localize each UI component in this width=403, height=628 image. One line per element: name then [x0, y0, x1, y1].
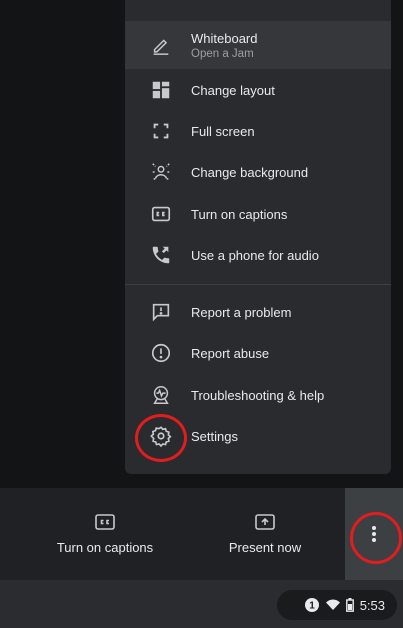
menu-item-label: Change background: [191, 164, 309, 180]
menu-item-label: Report a problem: [191, 304, 292, 320]
menu-item-label: Troubleshooting & help: [191, 387, 325, 403]
pencil-icon: [149, 33, 173, 57]
meeting-toolbar: Turn on captions Present now: [0, 488, 403, 580]
menu-item-label: Whiteboard: [191, 30, 258, 46]
clock-time: 5:53: [359, 597, 385, 613]
menu-item-label: Change layout: [191, 82, 275, 98]
settings-highlight-circle: [135, 414, 187, 462]
fullscreen-icon: [149, 119, 173, 143]
phone-audio-icon: [149, 243, 173, 267]
menu-item-label: Full screen: [191, 123, 255, 139]
report-problem-icon: [149, 300, 173, 324]
menu-divider: [125, 284, 391, 285]
more-options-highlight-circle: [350, 512, 402, 564]
report-abuse-icon: [149, 341, 173, 365]
captions-icon: [149, 202, 173, 226]
layout-icon: [149, 78, 173, 102]
wifi-icon: [325, 599, 340, 610]
menu-item-whiteboard[interactable]: Whiteboard Open a Jam: [125, 21, 391, 69]
turn-on-captions-button[interactable]: Turn on captions: [30, 488, 180, 580]
menu-item-label: Use a phone for audio: [191, 247, 319, 263]
menu-item-label: Report abuse: [191, 345, 270, 361]
menu-item-phone-audio[interactable]: Use a phone for audio: [125, 235, 391, 275]
menu-item-report-problem[interactable]: Report a problem: [125, 292, 391, 332]
menu-item-label: Turn on captions: [191, 206, 288, 222]
present-label: Present now: [228, 540, 302, 555]
more-options-menu: Whiteboard Open a Jam Change layout Full…: [125, 0, 391, 474]
background-icon: [149, 160, 173, 184]
menu-item-full-screen[interactable]: Full screen: [125, 111, 391, 151]
status-tray[interactable]: 1 5:53: [277, 590, 397, 620]
menu-item-troubleshooting[interactable]: Troubleshooting & help: [125, 375, 391, 415]
menu-item-label: Settings: [191, 428, 238, 444]
menu-item-sublabel: Open a Jam: [191, 47, 254, 60]
menu-item-report-abuse[interactable]: Report abuse: [125, 333, 391, 373]
captions-label: Turn on captions: [56, 540, 154, 555]
present-icon: [255, 514, 275, 530]
system-status-bar: 1 5:53: [0, 580, 403, 628]
battery-icon: [345, 598, 354, 612]
menu-item-change-background[interactable]: Change background: [125, 152, 391, 192]
menu-item-change-layout[interactable]: Change layout: [125, 70, 391, 110]
troubleshooting-icon: [149, 383, 173, 407]
notification-badge-icon: 1: [304, 598, 319, 612]
captions-icon: [95, 514, 115, 530]
menu-item-turn-on-captions[interactable]: Turn on captions: [125, 194, 391, 234]
present-now-button[interactable]: Present now: [195, 488, 335, 580]
notification-count: 1: [309, 601, 315, 612]
